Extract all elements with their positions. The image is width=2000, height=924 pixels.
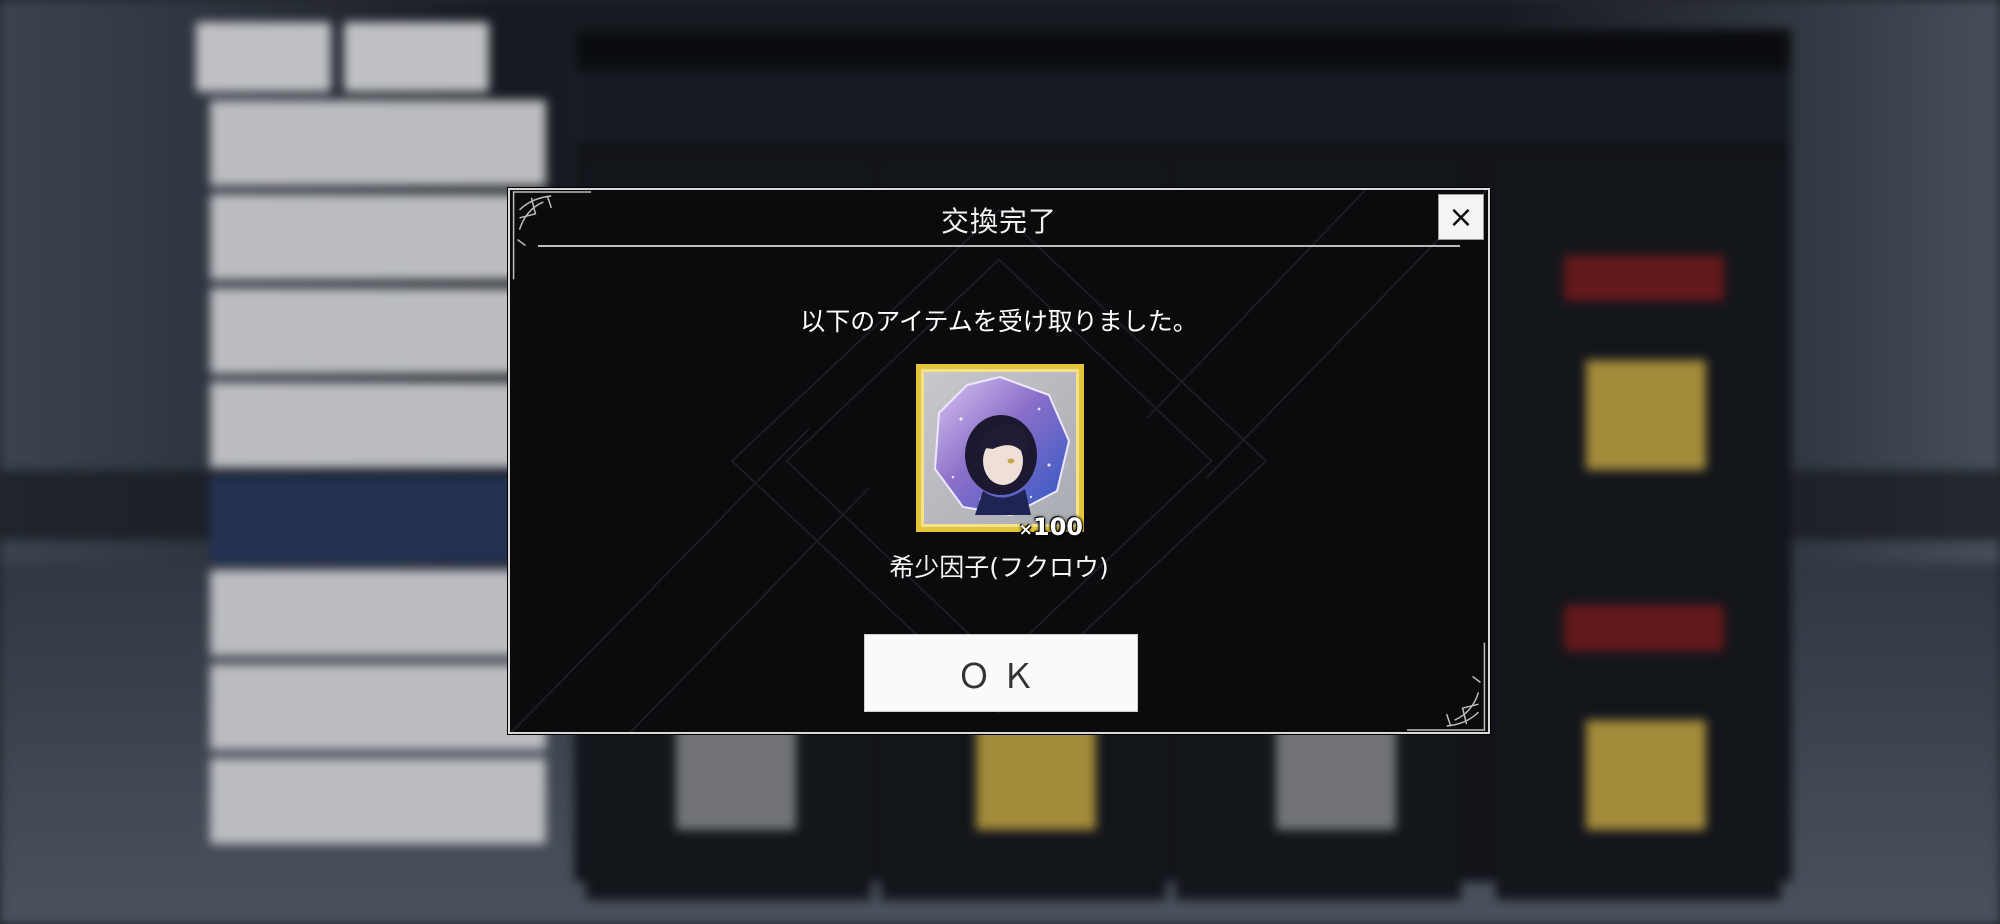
crystal-portrait-icon [933, 375, 1071, 517]
ok-button[interactable]: ＯＫ [864, 634, 1138, 712]
item-name: 希少因子(フクロウ) [889, 553, 1109, 582]
rare-factor-owl-crystal-icon: ×100 [916, 364, 1084, 541]
received-message: 以下のアイテムを受け取りました。 [800, 307, 1198, 336]
item-quantity: ×100 [1018, 513, 1083, 541]
exchange-complete-dialog: 交換完了 × 以下のアイテムを受け取りました。 ×100 希少因子(フクロウ) … [508, 188, 1490, 734]
close-button[interactable]: × [1438, 194, 1484, 240]
close-icon: × [1448, 199, 1474, 235]
dialog-title: 交換完了 [940, 205, 1057, 238]
title-divider [538, 245, 1460, 247]
